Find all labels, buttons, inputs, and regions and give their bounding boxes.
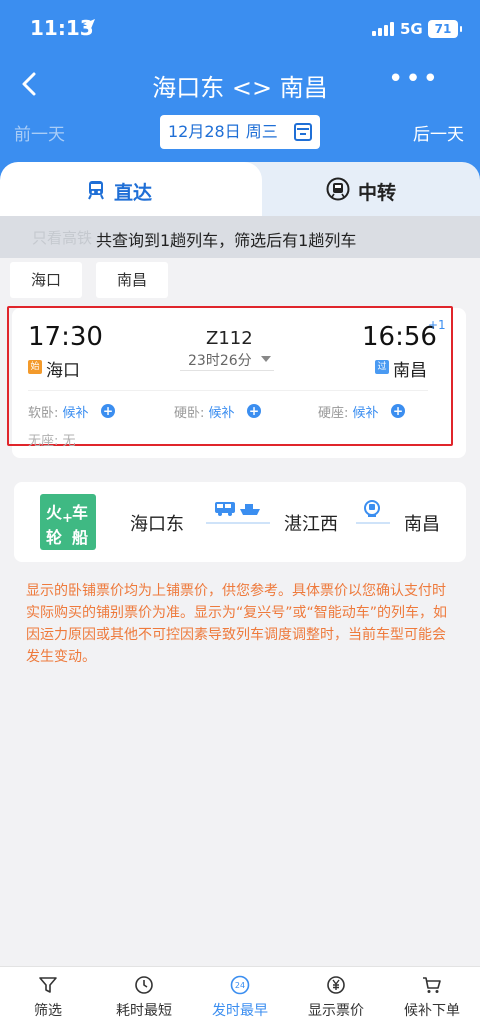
bottom-label: 耗时最短 <box>116 1003 172 1019</box>
departure-time: 17:30 <box>28 322 103 352</box>
show-price-button[interactable]: 显示票价 <box>288 967 384 1019</box>
tab-transfer-label: 中转 <box>358 182 397 204</box>
seat-label: 硬座: <box>318 406 349 421</box>
next-day-button[interactable]: 后一天 <box>413 120 464 145</box>
notice-text: 共查询到1趟列车，筛选后有1趟列车 <box>96 231 357 250</box>
battery-icon: 71 <box>428 20 462 38</box>
signal-icon <box>372 22 394 36</box>
date-label: 12月28日 周三 <box>168 122 278 141</box>
status-bar: 11:13 5G 71 <box>0 0 480 62</box>
bottom-label: 显示票价 <box>308 1003 364 1019</box>
waitlist-order-button[interactable]: 候补下单 <box>384 967 480 1019</box>
seat-value: 候补 <box>62 406 89 421</box>
filter-icon <box>39 977 57 993</box>
seat-value: 候补 <box>208 406 235 421</box>
seat-hard-sleeper[interactable]: 硬卧: 候补 <box>174 402 235 421</box>
shortest-duration-button[interactable]: 耗时最短 <box>96 967 192 1019</box>
bottom-bar: 筛选 耗时最短 24 发时最早 显示票价 候补下单 <box>0 966 480 1019</box>
yen-icon <box>327 976 345 994</box>
departure-station: 海口 <box>46 361 80 381</box>
train-station-icon <box>364 500 380 517</box>
disclaimer-text: 显示的卧铺票价均为上铺票价，供您参考。具体票价以您确认支付时实际购买的铺别票价为… <box>26 583 448 665</box>
arrival-station: 南昌 <box>393 361 427 381</box>
train-ship-logo: 火 车 轮 船 + <box>40 494 96 550</box>
duration-divider <box>180 370 274 371</box>
train-icon <box>88 181 104 200</box>
combo-stop-3: 南昌 <box>404 514 440 535</box>
cart-icon <box>423 977 441 993</box>
filter-button[interactable]: 筛选 <box>0 967 96 1019</box>
more-button[interactable]: ••• <box>388 64 440 94</box>
date-picker[interactable]: 12月28日 周三 <box>160 115 320 149</box>
seat-value: 候补 <box>352 406 379 421</box>
nav-bar: 海口东 <> 南昌 ••• <box>0 62 480 108</box>
train-duration: 23时26分 <box>188 353 252 369</box>
bottom-label: 发时最早 <box>212 1003 268 1019</box>
bottom-label: 筛选 <box>34 1003 62 1019</box>
pass-station-badge: 过 <box>375 360 389 374</box>
seat-soft-sleeper[interactable]: 软卧: 候补 <box>28 402 89 421</box>
clock-icon <box>135 976 153 994</box>
seat-hard-seat[interactable]: 硬座: 候补 <box>318 402 379 421</box>
train-number: Z112 <box>206 328 253 349</box>
combo-stop-1: 海口东 <box>130 514 184 535</box>
seat-label: 硬卧: <box>174 406 205 421</box>
seat-label: 软卧: <box>28 406 59 421</box>
combo-line-1 <box>206 522 270 524</box>
result-notice: 只看高铁 共查询到1趟列车，筛选后有1趟列车 <box>0 216 480 258</box>
combo-stop-2: 湛江西 <box>284 514 338 535</box>
clock-24-icon: 24 <box>230 975 250 995</box>
combo-line-2 <box>356 522 390 524</box>
prev-day-button[interactable]: 前一天 <box>14 120 65 145</box>
filter-chip-destination[interactable]: 南昌 <box>96 262 168 298</box>
add-waitlist-icon[interactable]: + <box>391 404 405 418</box>
card-divider <box>28 390 428 391</box>
start-station-badge: 始 <box>28 360 42 374</box>
network-type: 5G <box>400 20 423 38</box>
day-offset: +1 <box>428 318 446 332</box>
caret-down-icon[interactable] <box>261 356 271 362</box>
filter-chip-origin[interactable]: 海口 <box>10 262 82 298</box>
transfer-train-icon <box>326 177 350 201</box>
location-arrow-icon <box>82 17 96 36</box>
svg-text:24: 24 <box>235 981 245 990</box>
add-waitlist-icon[interactable]: + <box>247 404 261 418</box>
tab-direct-label: 直达 <box>114 182 153 204</box>
date-bar: 前一天 12月28日 周三 后一天 <box>0 112 480 152</box>
earliest-departure-button[interactable]: 24 发时最早 <box>192 967 288 1019</box>
notice-faded-text: 只看高铁 <box>32 229 93 247</box>
bottom-label: 候补下单 <box>404 1003 460 1019</box>
calendar-icon <box>294 123 312 141</box>
tab-bar: 直达 中转 <box>0 162 480 216</box>
bus-ship-icon <box>215 502 260 516</box>
add-waitlist-icon[interactable]: + <box>101 404 115 418</box>
arrival-time: 16:56 <box>362 322 437 352</box>
no-seat-text: 无座: 无 <box>28 434 76 449</box>
